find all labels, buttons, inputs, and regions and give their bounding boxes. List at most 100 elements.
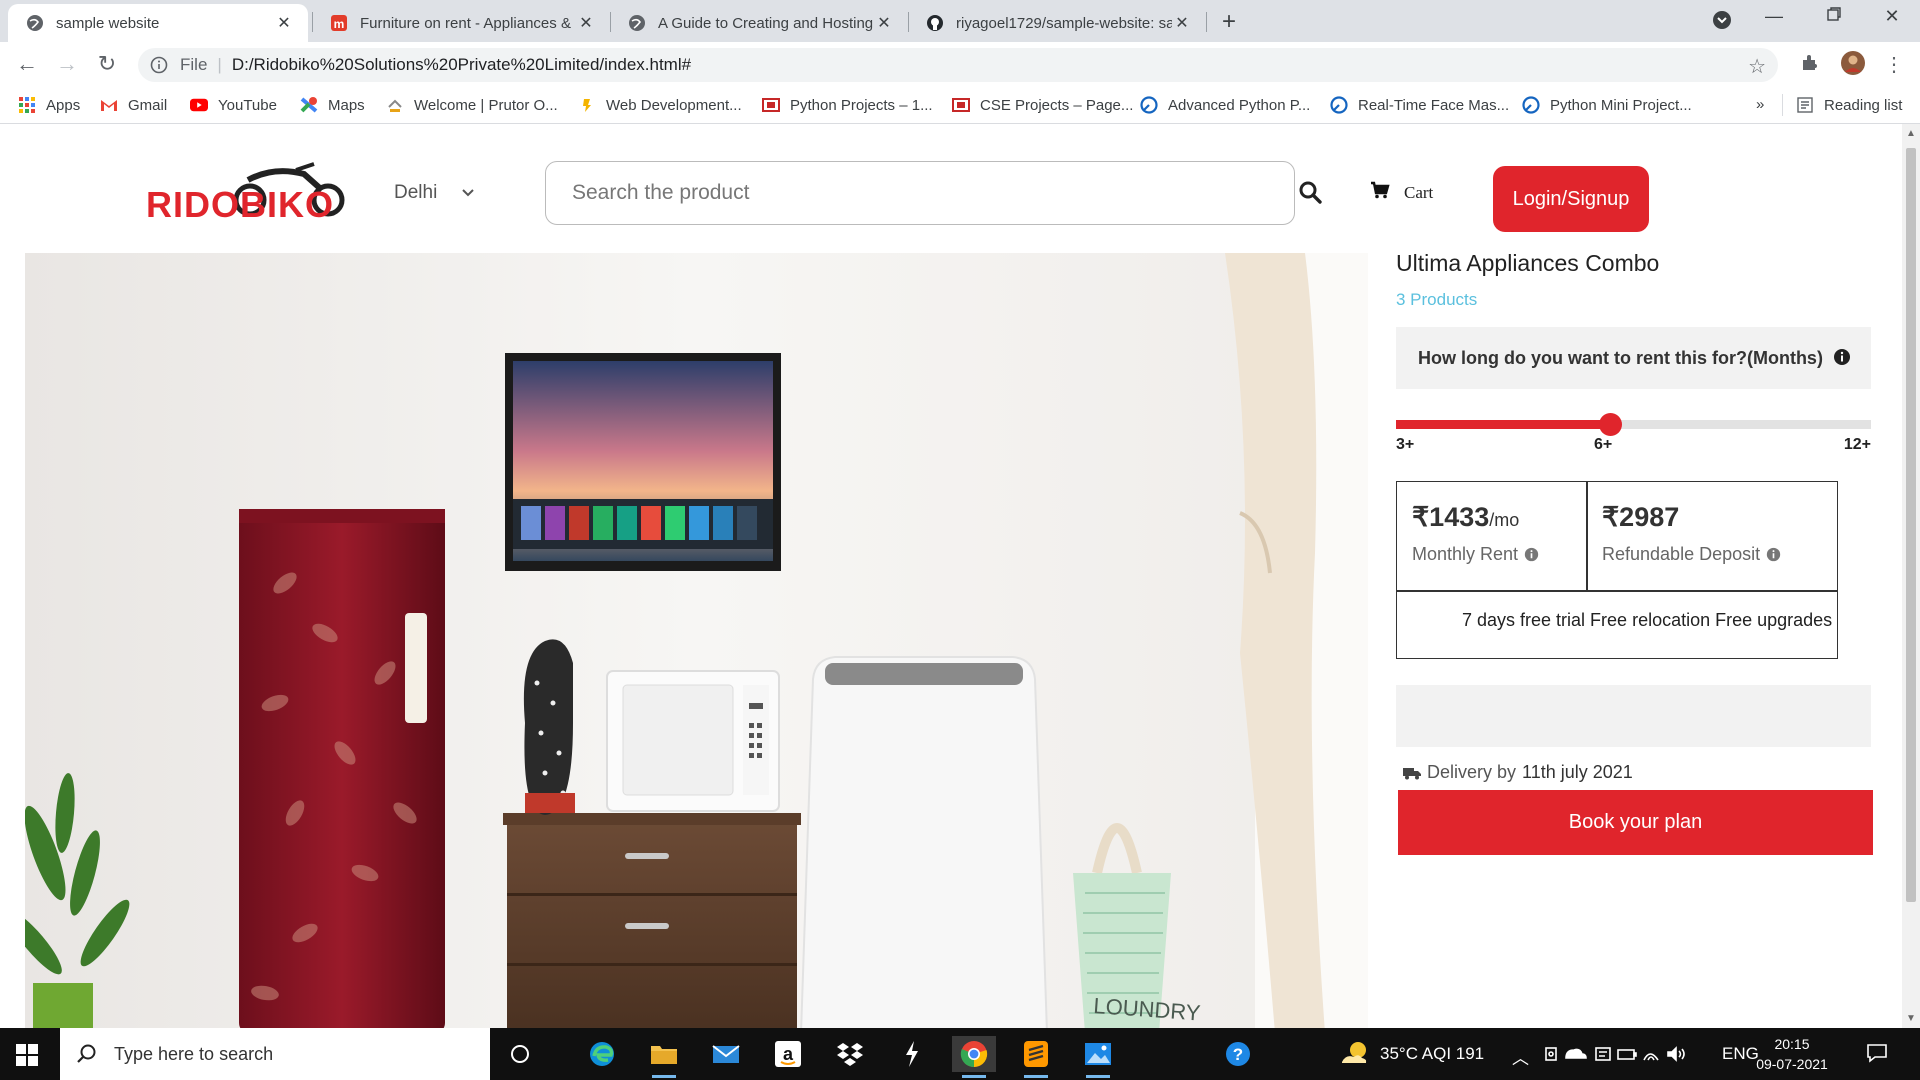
monthly-rent-unit: /mo: [1489, 510, 1520, 530]
bookmark-star-icon[interactable]: ☆: [1748, 54, 1766, 79]
product-hero-image: LOUNDRY: [25, 253, 1368, 1028]
edge-icon[interactable]: [580, 1036, 624, 1072]
tab-title: sample website: [56, 14, 160, 32]
bookmark-apps[interactable]: Apps: [18, 96, 80, 114]
logo-wordmark: RIDOBIKO: [146, 184, 334, 224]
page-scrollbar[interactable]: ▲ ▼: [1902, 124, 1920, 1028]
close-tab-icon[interactable]: ✕: [274, 13, 294, 33]
info-icon[interactable]: [1524, 547, 1539, 562]
bookmark-label: CSE Projects – Page...: [980, 96, 1134, 114]
bookmark-prutor[interactable]: Welcome | Prutor O...: [386, 96, 558, 114]
globe-icon: [26, 14, 44, 32]
cart-link[interactable]: Cart: [1370, 181, 1433, 204]
bookmark-advanced-python[interactable]: Advanced Python P...: [1140, 96, 1310, 114]
tenure-option-12[interactable]: 12+: [1844, 436, 1871, 454]
tab-sample-website[interactable]: sample website ✕: [8, 4, 308, 42]
bookmark-youtube[interactable]: YouTube: [190, 96, 277, 114]
bookmarks-bar: Apps Gmail YouTube Maps Welcome | Prutor…: [0, 88, 1920, 124]
deposit-label: Refundable Deposit: [1602, 544, 1761, 564]
scroll-up-icon[interactable]: ▲: [1906, 128, 1916, 139]
mail-icon[interactable]: [704, 1036, 748, 1072]
bookmark-face-mask[interactable]: Real-Time Face Mas...: [1330, 96, 1509, 114]
sublime-text-icon[interactable]: [1014, 1036, 1058, 1078]
address-bar[interactable]: File | D:/Ridobiko%20Solutions%20Private…: [138, 48, 1778, 82]
tab-github-repo[interactable]: riyagoel1729/sample-website: sa ✕: [908, 4, 1206, 42]
taskbar-search-input[interactable]: Type here to search: [60, 1028, 490, 1080]
bookmark-maps[interactable]: Maps: [300, 96, 365, 114]
tab-title: riyagoel1729/sample-website: sa: [956, 14, 1172, 32]
system-clock[interactable]: 20:15 09-07-2021: [1750, 1034, 1834, 1074]
tray-app-icons[interactable]: [1544, 1044, 1694, 1069]
url-protocol: File: [180, 55, 208, 74]
tenure-slider[interactable]: 3+ 6+ 12+: [1396, 412, 1871, 454]
windows-taskbar: Type here to search a ? 35°C AQI 191 ︿ E…: [0, 1028, 1920, 1080]
profile-avatar[interactable]: [1840, 50, 1866, 82]
product-search-input[interactable]: Search the product: [545, 161, 1295, 225]
close-tab-icon[interactable]: ✕: [1172, 13, 1192, 33]
scrollbar-thumb[interactable]: [1906, 148, 1916, 902]
help-icon[interactable]: ?: [1216, 1036, 1260, 1072]
web-page: RIDOBIKO Delhi Search the product Cart L…: [0, 124, 1902, 1028]
dropbox-icon[interactable]: [828, 1036, 872, 1072]
extensions-icon[interactable]: [1800, 52, 1820, 78]
back-icon[interactable]: ←: [12, 51, 42, 77]
tenure-option-3[interactable]: 3+: [1396, 436, 1414, 454]
info-icon[interactable]: [1766, 547, 1781, 562]
amazon-icon[interactable]: a: [766, 1036, 810, 1072]
monthly-rent-value: ₹1433/mo: [1412, 502, 1519, 533]
clock-date: 09-07-2021: [1756, 1056, 1828, 1072]
deposit-value: ₹2987: [1602, 502, 1680, 532]
login-signup-button[interactable]: Login/Signup: [1493, 166, 1649, 232]
bookmark-label: YouTube: [218, 96, 277, 114]
ridobiko-logo[interactable]: RIDOBIKO: [144, 160, 356, 225]
chrome-icon[interactable]: [952, 1036, 996, 1078]
youtube-icon: [190, 96, 208, 114]
delivery-label: Delivery by: [1427, 762, 1517, 782]
close-tab-icon[interactable]: ✕: [576, 13, 596, 33]
windows-start-icon[interactable]: [16, 1044, 38, 1066]
reading-list-button[interactable]: Reading list: [1796, 96, 1902, 114]
tab-furniture-on-rent[interactable]: m Furniture on rent - Appliances & ✕: [312, 4, 610, 42]
minimize-icon[interactable]: —: [1754, 6, 1794, 27]
delivery-date: 11th july 2021: [1522, 762, 1633, 782]
bookmark-cse-projects[interactable]: CSE Projects – Page...: [952, 96, 1133, 114]
photos-icon[interactable]: [1076, 1036, 1120, 1078]
close-tab-icon[interactable]: ✕: [874, 13, 894, 33]
search-icon[interactable]: [1298, 180, 1324, 206]
task-view-icon[interactable]: [498, 1036, 542, 1072]
bookmark-gmail[interactable]: Gmail: [100, 96, 167, 114]
bookmark-python-mini[interactable]: Python Mini Project...: [1522, 96, 1692, 114]
new-tab-button[interactable]: +: [1222, 8, 1236, 36]
tab-search-icon[interactable]: [1702, 10, 1742, 35]
site-info-icon[interactable]: [150, 56, 168, 74]
show-hidden-icons[interactable]: ︿: [1512, 1044, 1529, 1069]
bookmark-python-projects[interactable]: Python Projects – 1...: [762, 96, 933, 114]
notifications-icon[interactable]: [1866, 1042, 1888, 1069]
web-dev-icon: [578, 96, 596, 114]
monthly-rent-amount: ₹1433: [1412, 502, 1490, 532]
scroll-down-icon[interactable]: ▼: [1906, 1013, 1916, 1024]
city-selector[interactable]: Delhi: [394, 182, 475, 204]
tenure-option-6[interactable]: 6+: [1594, 436, 1612, 454]
slider-handle[interactable]: [1599, 413, 1622, 436]
bookmarks-overflow-icon[interactable]: »: [1756, 96, 1764, 113]
app-launcher-icon[interactable]: [890, 1036, 934, 1072]
python-projects-icon: [762, 96, 780, 114]
tab-guide-hosting[interactable]: A Guide to Creating and Hosting ✕: [610, 4, 908, 42]
menu-kebab-icon[interactable]: ⋮: [1884, 52, 1904, 77]
bookmark-web-development[interactable]: Web Development...: [578, 96, 742, 114]
file-explorer-icon[interactable]: [642, 1036, 686, 1078]
product-count-link[interactable]: 3 Products: [1396, 290, 1477, 310]
maximize-icon[interactable]: [1814, 6, 1854, 27]
tenure-question: How long do you want to rent this for?(M…: [1418, 347, 1823, 368]
info-icon[interactable]: [1833, 348, 1851, 366]
weather-icon[interactable]: [1340, 1040, 1370, 1071]
cart-label: Cart: [1404, 182, 1434, 202]
forward-icon[interactable]: →: [52, 51, 82, 77]
book-plan-button[interactable]: Book your plan: [1398, 790, 1873, 855]
github-icon: [926, 14, 944, 32]
close-window-icon[interactable]: ✕: [1872, 6, 1912, 27]
reload-icon[interactable]: ↻: [92, 51, 122, 77]
bookmark-label: Maps: [328, 96, 365, 114]
tab-title: A Guide to Creating and Hosting: [658, 14, 874, 32]
